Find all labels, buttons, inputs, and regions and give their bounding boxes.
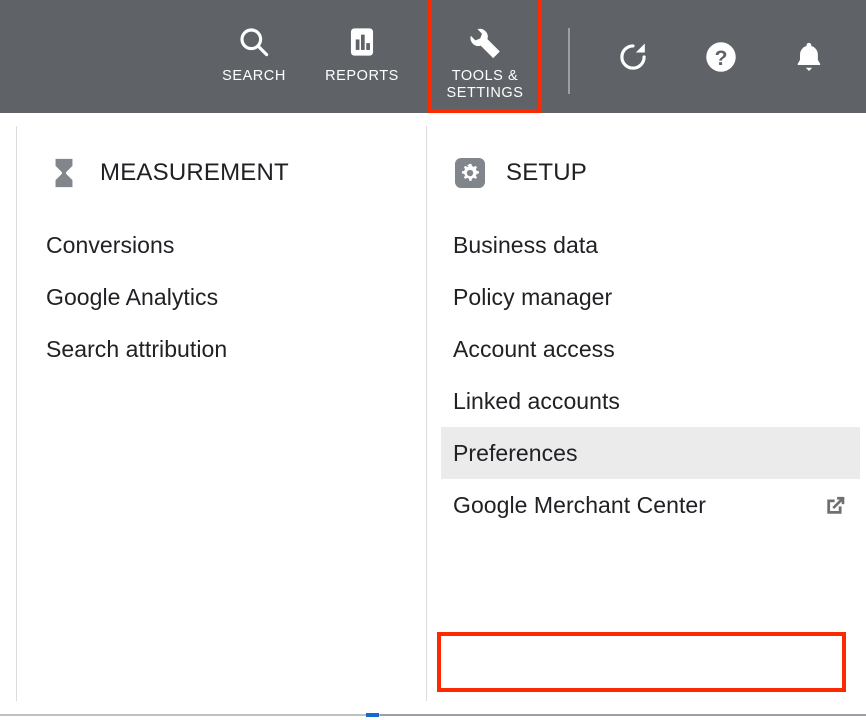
menu-item-preferences[interactable]: Preferences [441,427,860,479]
menu-item-google-merchant-center-label: Google Merchant Center [453,491,706,518]
menu-item-search-attribution[interactable]: Search attribution [17,323,426,375]
tools-settings-panel: MEASUREMENT Conversions Google Analytics… [0,113,866,720]
menu-item-conversions[interactable]: Conversions [17,219,426,271]
nav-item-reports[interactable]: REPORTS [312,0,412,113]
highlight-box-preferences [437,632,846,692]
panel-left-rule [16,126,17,701]
menu-item-search-attribution-label: Search attribution [46,335,228,362]
tools-and-settings-menu-overlay: SEARCH REPORTS TOOLS & SETTINGS ? MEASUR… [0,0,866,720]
menu-item-account-access-label: Account access [453,335,615,362]
bar-chart-icon [345,23,379,61]
menu-item-google-merchant-center[interactable]: Google Merchant Center [427,479,866,531]
gear-square-icon [452,155,488,191]
top-navigation-bar: SEARCH REPORTS TOOLS & SETTINGS ? [0,0,866,113]
section-heading-measurement-label: MEASUREMENT [100,159,289,186]
section-heading-setup: SETUP [452,155,587,191]
nav-item-tools-and-settings-label: TOOLS & SETTINGS [446,68,524,101]
nav-item-search[interactable]: SEARCH [204,0,304,113]
menu-item-linked-accounts-label: Linked accounts [453,387,620,414]
nav-item-tools-and-settings[interactable]: TOOLS & SETTINGS [430,0,540,113]
help-circle-icon[interactable]: ? [700,36,742,78]
menu-item-policy-manager[interactable]: Policy manager [427,271,866,323]
menu-list-setup: Business data Policy manager Account acc… [427,219,866,531]
menu-item-preferences-label: Preferences [453,439,578,466]
menu-item-conversions-label: Conversions [46,231,175,258]
refresh-icon[interactable] [612,36,654,78]
menu-item-google-analytics[interactable]: Google Analytics [17,271,426,323]
section-heading-setup-label: SETUP [506,159,588,186]
hourglass-icon [46,155,82,191]
page-bottom-marker [366,713,379,717]
search-icon [236,23,272,61]
nav-item-reports-label: REPORTS [325,68,399,84]
wrench-icon [467,23,504,61]
nav-item-search-label: SEARCH [222,68,286,84]
menu-item-linked-accounts[interactable]: Linked accounts [427,375,866,427]
menu-item-business-data-label: Business data [453,231,599,258]
page-bottom-rule-right [380,714,866,716]
menu-item-account-access[interactable]: Account access [427,323,866,375]
svg-text:?: ? [714,46,727,70]
bell-icon[interactable] [788,36,830,78]
menu-list-measurement: Conversions Google Analytics Search attr… [17,219,426,375]
menu-item-business-data[interactable]: Business data [427,219,866,271]
section-heading-measurement: MEASUREMENT [46,155,289,191]
menu-item-google-analytics-label: Google Analytics [46,283,219,310]
open-in-new-icon [820,490,850,520]
topbar-divider [568,28,570,94]
menu-item-policy-manager-label: Policy manager [453,283,613,310]
